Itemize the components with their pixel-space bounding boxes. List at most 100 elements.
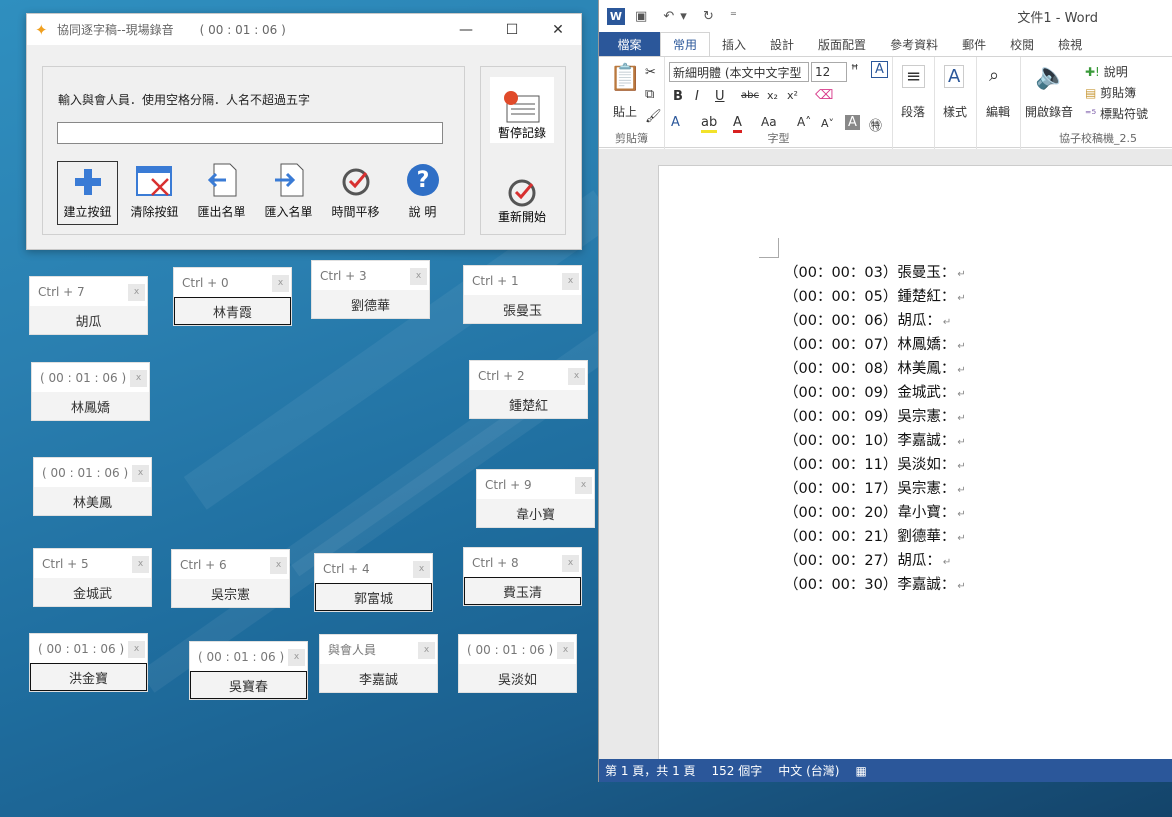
quick-access-icons[interactable]: ▣ ↶▾ ↻ ⁼ xyxy=(635,9,743,24)
transcript-line[interactable]: （00：00：09）金城武： ↵ xyxy=(784,381,966,405)
tab-view[interactable]: 檢視 xyxy=(1046,32,1094,56)
char-border-icon[interactable]: A xyxy=(871,61,888,78)
char-shading-icon[interactable]: A xyxy=(845,115,860,130)
attendee-input[interactable] xyxy=(57,122,443,144)
remove-icon[interactable]: x xyxy=(410,268,427,285)
font-name-select[interactable]: 新細明體 (本文中文字型 xyxy=(669,62,809,82)
export-list-button[interactable]: 匯出名單 xyxy=(191,161,252,225)
macro-record-icon[interactable]: ▦ xyxy=(855,764,866,778)
speaker-button[interactable]: Ctrl + 0 x 林青霞 xyxy=(173,267,292,326)
remove-icon[interactable]: x xyxy=(272,275,289,292)
transcript-line[interactable]: （00：00：11）吳淡如： ↵ xyxy=(784,453,966,477)
transcript-line[interactable]: （00：00：21）劉德華： ↵ xyxy=(784,525,966,549)
change-case-icon[interactable]: Aa xyxy=(761,115,777,129)
help-button[interactable]: ? 說 明 xyxy=(392,161,453,225)
language-status[interactable]: 中文 (台灣) xyxy=(778,762,839,779)
speaker-button[interactable]: Ctrl + 5 x 金城武 xyxy=(33,548,152,607)
shrink-font-icon[interactable]: A˅ xyxy=(821,117,834,130)
tab-layout[interactable]: 版面配置 xyxy=(806,32,878,56)
remove-icon[interactable]: x xyxy=(562,273,579,290)
styles-label[interactable]: 樣式 xyxy=(943,103,967,120)
subscript-icon[interactable]: x₂ xyxy=(767,89,778,102)
speaker-icon[interactable]: 🔈 xyxy=(1035,61,1067,91)
transcript-line[interactable]: （00：00：03）張曼玉： ↵ xyxy=(784,261,966,285)
paste-label[interactable]: 貼上 xyxy=(613,103,637,120)
transcript-line[interactable]: （00：00：10）李嘉誠： ↵ xyxy=(784,429,966,453)
remove-icon[interactable]: x xyxy=(288,649,305,666)
create-buttons-button[interactable]: 建立按鈕 xyxy=(57,161,118,225)
tab-design[interactable]: 設計 xyxy=(758,32,806,56)
maximize-button[interactable]: ☐ xyxy=(489,22,535,38)
tab-review[interactable]: 校閱 xyxy=(998,32,1046,56)
remove-icon[interactable]: x xyxy=(132,465,149,482)
import-list-button[interactable]: 匯入名單 xyxy=(258,161,319,225)
tab-home[interactable]: 常用 xyxy=(660,32,711,56)
transcript-line[interactable]: （00：00：20）韋小寶： ↵ xyxy=(784,501,966,525)
speaker-button[interactable]: Ctrl + 8 x 費玉清 xyxy=(463,547,582,606)
remove-icon[interactable]: x xyxy=(132,556,149,573)
word-count[interactable]: 152 個字 xyxy=(712,762,763,779)
restart-button[interactable]: 重新開始 xyxy=(490,169,554,229)
speaker-button[interactable]: ( 00 : 01 : 06 ) x 吳淡如 xyxy=(458,634,577,693)
speaker-button[interactable]: Ctrl + 2 x 鍾楚紅 xyxy=(469,360,588,419)
transcript-line[interactable]: （00：00：09）吳宗憲： ↵ xyxy=(784,405,966,429)
transcript-line[interactable]: （00：00：30）李嘉誠： ↵ xyxy=(784,573,966,597)
remove-icon[interactable]: x xyxy=(413,561,430,578)
speaker-button[interactable]: ( 00 : 01 : 06 ) x 林美鳳 xyxy=(33,457,152,516)
font-size-select[interactable]: 12 xyxy=(811,62,847,82)
speaker-button[interactable]: ( 00 : 01 : 06 ) x 洪金寶 xyxy=(29,633,148,692)
paragraph-label[interactable]: 段落 xyxy=(901,103,925,120)
styles-icon[interactable]: A xyxy=(944,65,965,88)
transcript-line[interactable]: （00：00：27）胡瓜： ↵ xyxy=(784,549,966,573)
transcript-line[interactable]: （00：00：07）林鳳嬌： ↵ xyxy=(784,333,966,357)
pause-record-button[interactable]: 暫停記錄 xyxy=(490,77,554,143)
clear-buttons-button[interactable]: 清除按鈕 xyxy=(124,161,185,225)
speaker-button[interactable]: Ctrl + 4 x 郭富城 xyxy=(314,553,433,612)
tab-insert[interactable]: 插入 xyxy=(710,32,758,56)
paragraph-icon[interactable]: ≡ xyxy=(902,65,926,88)
cut-icon[interactable]: ✂ xyxy=(645,65,656,80)
bold-icon[interactable]: B xyxy=(673,89,683,104)
transcript-line[interactable]: （00：00：17）吳宗憲： ↵ xyxy=(784,477,966,501)
addin-clip-button[interactable]: ▤ 剪貼簿 xyxy=(1085,84,1136,101)
text-effect-icon[interactable]: A xyxy=(671,115,680,130)
speaker-button[interactable]: Ctrl + 3 x 劉德華 xyxy=(311,260,430,319)
remove-icon[interactable]: x xyxy=(128,641,145,658)
speaker-button[interactable]: Ctrl + 7 x 胡瓜 xyxy=(29,276,148,335)
italic-icon[interactable]: I xyxy=(695,89,699,104)
transcript-line[interactable]: （00：00：08）林美鳳： ↵ xyxy=(784,357,966,381)
remove-icon[interactable]: x xyxy=(557,642,574,659)
find-icon[interactable]: ⌕ xyxy=(989,65,999,86)
speaker-button[interactable]: Ctrl + 9 x 韋小寶 xyxy=(476,469,595,528)
speaker-button[interactable]: Ctrl + 1 x 張曼玉 xyxy=(463,265,582,324)
remove-icon[interactable]: x xyxy=(270,557,287,574)
editing-label[interactable]: 編輯 xyxy=(986,103,1010,120)
remove-icon[interactable]: x xyxy=(128,284,145,301)
strikethrough-icon[interactable]: abc xyxy=(741,90,759,101)
speaker-button[interactable]: ( 00 : 01 : 06 ) x 吳寶春 xyxy=(189,641,308,700)
document-page[interactable]: （00：00：03）張曼玉： ↵ （00：00：05）鍾楚紅： ↵ （00：00：06）… xyxy=(658,165,1172,765)
grow-font-icon[interactable]: A˄ xyxy=(797,115,811,129)
close-button[interactable]: ✕ xyxy=(535,22,581,38)
clear-format-icon[interactable]: ⌫ xyxy=(815,88,833,103)
minimize-button[interactable]: — xyxy=(443,22,489,38)
superscript-icon[interactable]: x² xyxy=(787,89,798,102)
transcript-lines[interactable]: （00：00：03）張曼玉： ↵ （00：00：05）鍾楚紅： ↵ （00：00：06）… xyxy=(784,261,966,597)
speaker-button[interactable]: 與會人員 x 李嘉誠 xyxy=(319,634,438,693)
speaker-button[interactable]: Ctrl + 6 x 吳宗憲 xyxy=(171,549,290,608)
underline-icon[interactable]: U xyxy=(715,89,725,104)
open-record-label[interactable]: 開啟錄音 xyxy=(1025,103,1073,120)
addin-help-button[interactable]: ✚! 說明 xyxy=(1085,63,1128,80)
transcript-line[interactable]: （00：00：05）鍾楚紅： ↵ xyxy=(784,285,966,309)
remove-icon[interactable]: x xyxy=(568,368,585,385)
transcript-line[interactable]: （00：00：06）胡瓜： ↵ xyxy=(784,309,966,333)
speaker-button[interactable]: ( 00 : 01 : 06 ) x 林鳳嬌 xyxy=(31,362,150,421)
tab-file[interactable]: 檔案 xyxy=(599,32,660,56)
tab-references[interactable]: 參考資料 xyxy=(878,32,950,56)
addin-mark-button[interactable]: ⁼⁵ 標點符號 xyxy=(1085,105,1148,122)
remove-icon[interactable]: x xyxy=(418,642,435,659)
time-shift-button[interactable]: 時間平移 xyxy=(325,161,386,225)
phonetic-guide-icon[interactable]: ꟸ xyxy=(851,63,859,78)
tab-mailings[interactable]: 郵件 xyxy=(950,32,998,56)
format-painter-icon[interactable]: 🖌 xyxy=(645,109,662,124)
